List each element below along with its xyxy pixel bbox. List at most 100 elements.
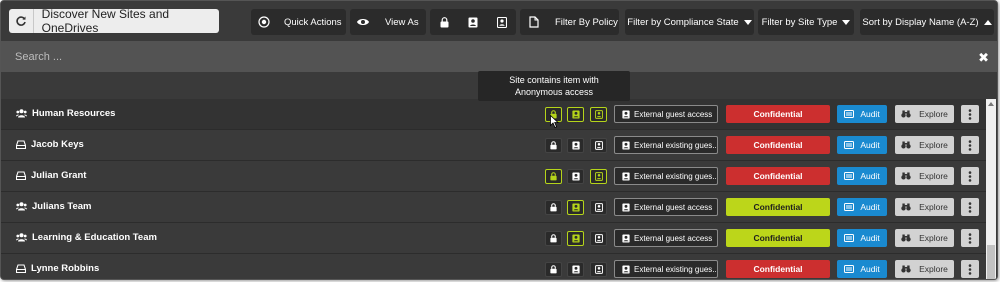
sharing-level-badge[interactable]: External existing gues... [614, 167, 718, 185]
audit-button[interactable]: Audit [837, 229, 887, 247]
more-options-button[interactable] [961, 167, 979, 185]
sensitivity-label-badge[interactable]: Confidential [726, 229, 830, 247]
filter-by-policy-button[interactable]: Filter By Policy [520, 9, 619, 35]
external-access-icon[interactable] [590, 169, 607, 184]
more-options-button[interactable] [961, 229, 979, 247]
site-row[interactable]: Julian Grant External existing gues... Con… [1, 161, 986, 192]
sharing-level-badge[interactable]: External existing gues... [614, 260, 718, 278]
group-icon [16, 109, 27, 118]
site-row[interactable]: Human Resources External guest access Conf… [1, 99, 986, 130]
filter-site-type-dropdown[interactable]: Filter by Site Type [758, 9, 854, 35]
explore-label: Explore [919, 264, 948, 274]
audit-button[interactable]: Audit [837, 105, 887, 123]
view-as-label: View As [385, 16, 419, 28]
sensitivity-label-badge[interactable]: Confidential [726, 167, 830, 185]
sensitivity-label-badge[interactable]: Confidential [726, 105, 830, 123]
filter-compliance-dropdown[interactable]: Filter by Compliance State [625, 9, 754, 35]
quick-actions-button[interactable]: Quick Actions [251, 9, 346, 35]
anonymous-access-icon[interactable] [545, 200, 562, 215]
audit-button[interactable]: Audit [837, 167, 887, 185]
site-name[interactable]: Julians Team [16, 201, 92, 212]
sharing-level-badge[interactable]: External guest access [614, 105, 718, 123]
external-access-icon[interactable] [590, 107, 607, 122]
audit-button[interactable]: Audit [837, 260, 887, 278]
filter-site-type-label: Filter by Site Type [761, 16, 838, 28]
explore-button[interactable]: Explore [895, 198, 954, 216]
sensitivity-label-badge[interactable]: Confidential [726, 136, 830, 154]
scroll-up-icon[interactable] [988, 102, 994, 106]
sharing-level-badge[interactable]: External existing gues... [614, 136, 718, 154]
user-icon [622, 141, 630, 150]
discover-sites-button[interactable]: Discover New Sites and OneDrives [9, 7, 219, 35]
site-row[interactable]: Julians Team External guest access Confide… [1, 192, 986, 223]
explore-button[interactable]: Explore [895, 167, 954, 185]
chevron-up-icon [983, 19, 992, 25]
site-name[interactable]: Learning & Education Team [16, 232, 157, 243]
more-vertical-icon [968, 201, 972, 213]
more-options-button[interactable] [961, 260, 979, 278]
sort-dropdown[interactable]: Sort by Display Name (A-Z) [860, 9, 994, 35]
audit-label: Audit [860, 109, 880, 119]
anonymous-access-icon[interactable] [545, 262, 562, 277]
search-input[interactable] [15, 50, 915, 63]
external-user-filter-icon[interactable] [491, 11, 513, 33]
anonymous-access-icon[interactable] [545, 138, 562, 153]
site-name[interactable]: Jacob Keys [16, 139, 84, 150]
search-bar: ✖ [1, 41, 997, 72]
eye-icon [352, 11, 374, 33]
user-icon [622, 203, 630, 212]
sharing-level-label: External guest access [634, 233, 713, 243]
anonymous-access-icon[interactable] [545, 231, 562, 246]
external-access-icon[interactable] [590, 231, 607, 246]
guest-access-icon[interactable] [567, 138, 584, 153]
site-row[interactable]: Jacob Keys External existing gues... Confi… [1, 130, 986, 161]
site-name-label: Julian Grant [31, 170, 87, 181]
view-as-button[interactable]: View As [350, 9, 426, 35]
sensitivity-label-badge[interactable]: Confidential [726, 198, 830, 216]
explore-label: Explore [919, 202, 948, 212]
site-name[interactable]: Lynne Robbins [16, 263, 99, 274]
audit-label: Audit [860, 264, 880, 274]
guest-access-icon[interactable] [567, 262, 584, 277]
external-access-icon[interactable] [590, 138, 607, 153]
anonymous-access-icon[interactable] [545, 169, 562, 184]
site-row[interactable]: Lynne Robbins External existing gues... Co… [1, 254, 986, 279]
sharing-level-badge[interactable]: External guest access [614, 198, 718, 216]
audit-button[interactable]: Audit [837, 136, 887, 154]
quick-actions-label: Quick Actions [284, 16, 342, 28]
external-access-icon[interactable] [590, 262, 607, 277]
site-name[interactable]: Julian Grant [16, 170, 86, 181]
guest-access-icon[interactable] [567, 231, 584, 246]
guest-access-icon[interactable] [567, 169, 584, 184]
more-options-button[interactable] [961, 136, 979, 154]
guest-access-icon[interactable] [567, 200, 584, 215]
more-options-button[interactable] [961, 105, 979, 123]
scrollbar-thumb[interactable] [987, 245, 995, 279]
external-access-icon[interactable] [590, 200, 607, 215]
close-icon[interactable]: ✖ [978, 50, 989, 66]
user-icon [622, 265, 630, 274]
site-row[interactable]: Learning & Education Team External guest … [1, 223, 986, 254]
audit-button[interactable]: Audit [837, 198, 887, 216]
tooltip-line-1: Site contains item with [509, 75, 599, 85]
explore-button[interactable]: Explore [895, 105, 954, 123]
guest-access-icon[interactable] [567, 107, 584, 122]
sensitivity-label-text: Confidential [753, 109, 803, 119]
explore-button[interactable]: Explore [895, 260, 954, 278]
list-icon [844, 141, 855, 149]
anonymous-access-filter-icon[interactable] [433, 11, 455, 33]
site-name-label: Jacob Keys [31, 139, 84, 150]
explore-button[interactable]: Explore [895, 136, 954, 154]
explore-label: Explore [919, 171, 948, 181]
tooltip-line-2: Anonymous access [514, 87, 594, 97]
explore-button[interactable]: Explore [895, 229, 954, 247]
guest-user-filter-icon[interactable] [462, 11, 484, 33]
more-vertical-icon [968, 108, 972, 120]
explore-label: Explore [919, 140, 948, 150]
sharing-level-badge[interactable]: External guest access [614, 229, 718, 247]
sort-label: Sort by Display Name (A-Z) [862, 16, 979, 28]
sensitivity-label-badge[interactable]: Confidential [726, 260, 830, 278]
more-options-button[interactable] [961, 198, 979, 216]
site-name[interactable]: Human Resources [16, 108, 115, 119]
sharing-level-label: External existing gues... [634, 140, 718, 150]
